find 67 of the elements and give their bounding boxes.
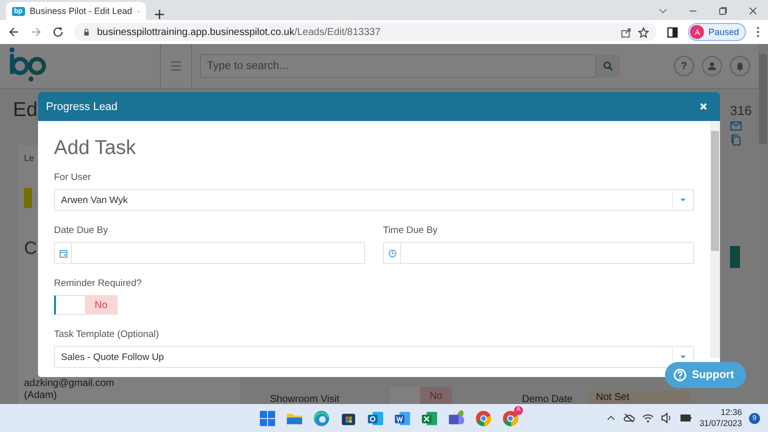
field-label: For User [54, 172, 92, 183]
user-select[interactable]: Arwen Van Wyk [54, 189, 694, 211]
status-marker [24, 188, 32, 208]
new-tab-icon [154, 9, 165, 20]
dialog-title: Progress Lead [46, 100, 119, 112]
field-label: Reminder Required? [54, 278, 143, 289]
chrome-icon[interactable] [474, 408, 493, 428]
help-button[interactable]: ? [674, 56, 694, 76]
copy-icon [730, 134, 742, 146]
reload-icon [52, 26, 64, 38]
menu-icon [170, 60, 182, 72]
browser-icon[interactable] [312, 408, 331, 428]
close-icon [699, 102, 708, 111]
profile-status: Paused [708, 27, 739, 37]
template-select[interactable]: Sales - Quote Follow Up [54, 346, 694, 368]
back-icon [8, 26, 20, 38]
logo-icon [8, 46, 46, 82]
windows-start-icon[interactable] [258, 408, 277, 428]
clock-icon [388, 248, 396, 258]
tab-title: Business Pilot - Edit Lead [30, 6, 132, 16]
clock[interactable]: 12:36 31/07/2023 [699, 407, 742, 429]
search-icon [603, 61, 613, 71]
field-label: Showroom Visit [270, 394, 340, 405]
field-label: Demo Date [522, 394, 574, 405]
caret-icon [679, 196, 687, 204]
cloud-icon [623, 412, 636, 424]
forward-icon [30, 26, 42, 38]
notifications-button[interactable] [730, 56, 750, 76]
person-icon [707, 61, 717, 71]
side-panel-icon [667, 26, 678, 38]
calendar-icon [58, 248, 68, 258]
profile-button[interactable]: A Paused [688, 23, 746, 41]
record-number: 316 [730, 103, 752, 118]
search-field[interactable]: Type to search... [200, 54, 596, 78]
field-label: Task Template (Optional) [54, 329, 160, 340]
field-label: Date Due By [54, 225, 109, 236]
reminder-toggle[interactable]: No [54, 295, 118, 315]
restore-icon [718, 6, 728, 16]
search-button[interactable] [596, 55, 620, 77]
url-text: businesspilottraining.app.businesspilot.co.uk/Leads/Edit/813337 [97, 26, 382, 38]
contact-name: (Adam) [24, 390, 57, 401]
support-button[interactable]: Support [664, 362, 746, 388]
date-field[interactable]: Not Set [588, 391, 690, 405]
user-button[interactable] [702, 56, 722, 76]
chrome-icon[interactable] [501, 408, 520, 428]
field-label: Time Due By [383, 225, 439, 236]
envelope-icon [730, 120, 742, 132]
close-icon [748, 6, 758, 16]
date-field[interactable] [54, 242, 365, 264]
time-field[interactable] [383, 242, 694, 264]
lock-icon [82, 28, 91, 36]
more-icon [756, 26, 760, 38]
battery-icon [680, 412, 692, 424]
section-heading: C [24, 238, 37, 258]
form-heading: Add Task [54, 137, 137, 160]
address-bar[interactable]: businesspilottraining.app.businesspilot.co.uk/Leads/Edit/813337 [74, 23, 658, 41]
help-circle-icon [672, 368, 687, 382]
card-tab[interactable]: Le [24, 153, 34, 164]
wifi-icon [642, 412, 654, 424]
scrollbar[interactable] [710, 121, 720, 358]
bell-icon [735, 61, 745, 71]
star-icon [638, 26, 650, 38]
share-icon [621, 26, 632, 38]
chevron-down-icon [658, 6, 668, 16]
page-title: Ed [13, 98, 38, 123]
avatar: A [690, 25, 704, 39]
email-text: adzking@gmail.com [24, 378, 114, 389]
